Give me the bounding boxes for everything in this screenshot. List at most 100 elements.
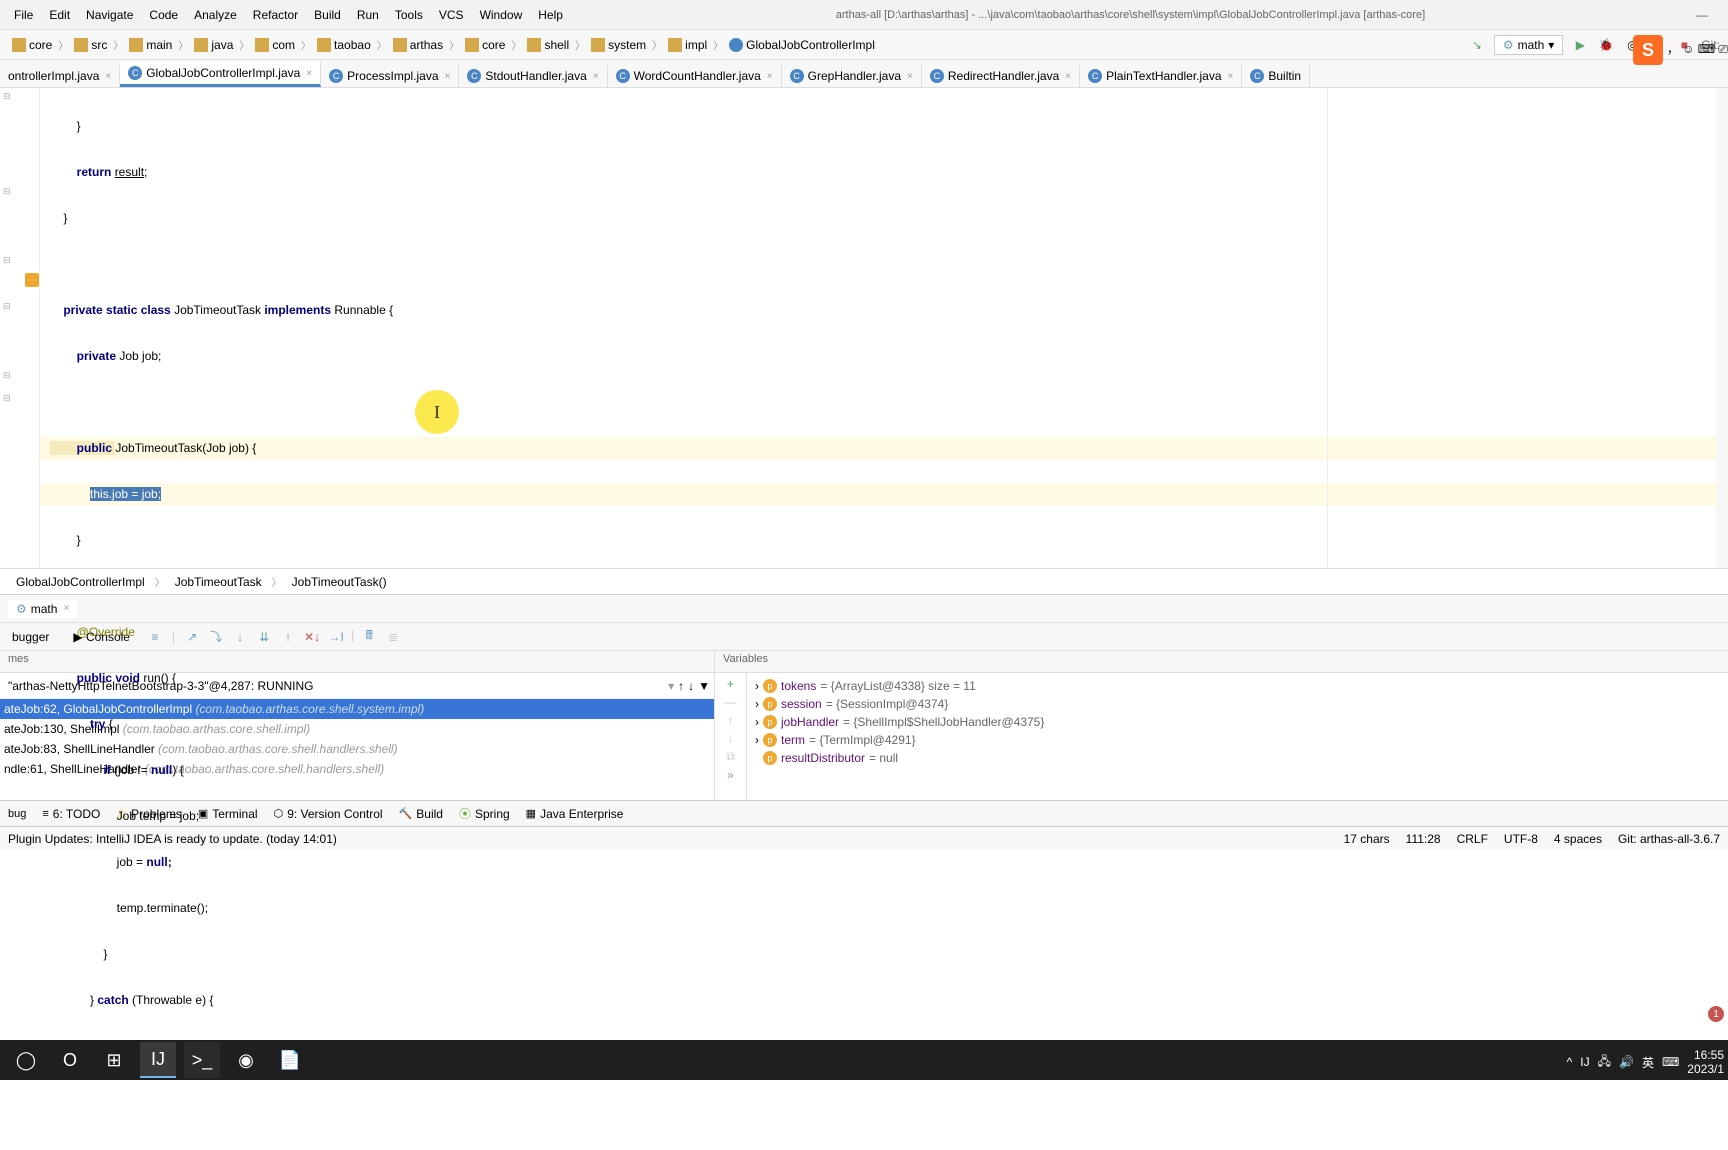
menu-file[interactable]: File	[8, 4, 39, 26]
tab-5[interactable]: CGrepHandler.java×	[782, 65, 922, 87]
menu-run[interactable]: Run	[351, 4, 385, 26]
tray-date[interactable]: 2023/1	[1687, 1062, 1724, 1076]
close-icon[interactable]: ×	[445, 71, 451, 82]
fold-icon[interactable]: ⊟	[3, 393, 11, 404]
terminal-icon[interactable]: >_	[184, 1042, 220, 1078]
fold-icon[interactable]: ⊟	[3, 301, 11, 312]
main-menu: File Edit Navigate Code Analyze Refactor…	[8, 4, 569, 26]
chevron-down-icon: ▾	[1548, 38, 1554, 52]
close-icon[interactable]: ×	[306, 68, 312, 79]
close-icon[interactable]: ×	[105, 71, 111, 82]
minimize-button[interactable]: —	[1692, 8, 1712, 22]
bc-impl[interactable]: impl	[664, 36, 711, 54]
code-line-selected: this.job = job;	[40, 483, 1728, 506]
bc-taobao[interactable]: taobao	[313, 36, 375, 54]
code-area[interactable]: } return result; } private static class …	[40, 88, 1728, 568]
code-line: private static class JobTimeoutTask impl…	[40, 299, 1728, 322]
tab-6[interactable]: CRedirectHandler.java×	[922, 65, 1080, 87]
run-config-selector[interactable]: ⚙ math ▾	[1494, 35, 1563, 55]
class-icon: C	[1088, 69, 1102, 83]
tray-lang[interactable]: 英	[1642, 1054, 1654, 1071]
tray-time[interactable]: 16:55	[1687, 1048, 1724, 1062]
bc-core[interactable]: core	[8, 36, 56, 54]
bc-main[interactable]: main	[125, 36, 176, 54]
task-view-icon[interactable]: ⊞	[96, 1042, 132, 1078]
fold-icon[interactable]: ⊟	[3, 370, 11, 381]
intellij-icon[interactable]: IJ	[140, 1042, 176, 1078]
menu-refactor[interactable]: Refactor	[247, 4, 304, 26]
tray-ij-icon[interactable]: IJ	[1580, 1055, 1589, 1069]
tab-3[interactable]: CStdoutHandler.java×	[459, 65, 607, 87]
menu-build[interactable]: Build	[308, 4, 347, 26]
search-icon[interactable]: O	[52, 1042, 88, 1078]
tab-8[interactable]: CBuiltin	[1242, 65, 1310, 87]
tab-4[interactable]: CWordCountHandler.java×	[608, 65, 782, 87]
debug-button[interactable]: 🐞	[1597, 36, 1615, 54]
error-stripe[interactable]	[1716, 88, 1728, 568]
code-line: public JobTimeoutTask(Job job) {	[40, 437, 1728, 460]
system-tray[interactable]: ^ IJ 🖧 🔊 英 ⌨ 16:55 2023/1	[1567, 1048, 1724, 1076]
menu-navigate[interactable]: Navigate	[80, 4, 139, 26]
bc-core2[interactable]: core	[461, 36, 509, 54]
code-line: }	[40, 529, 1728, 552]
menu-help[interactable]: Help	[532, 4, 569, 26]
folder-icon	[129, 38, 143, 52]
tray-ime-icon[interactable]: ⌨	[1662, 1055, 1679, 1069]
build-icon[interactable]: ↘	[1468, 36, 1486, 54]
fold-icon[interactable]: ⊟	[3, 91, 11, 102]
bc-java[interactable]: java	[190, 36, 237, 54]
run-config-icon: ⚙	[1503, 38, 1514, 52]
tab-1[interactable]: CGlobalJobControllerImpl.java×	[120, 62, 321, 87]
menu-tools[interactable]: Tools	[389, 4, 429, 26]
intention-bulb-icon[interactable]	[25, 273, 39, 287]
folder-icon	[194, 38, 208, 52]
code-line: try {	[40, 713, 1728, 736]
bc-class[interactable]: GlobalJobControllerImpl	[725, 36, 879, 54]
code-line: }	[40, 207, 1728, 230]
class-icon: C	[329, 69, 343, 83]
tab-7[interactable]: CPlainTextHandler.java×	[1080, 65, 1242, 87]
folder-icon	[255, 38, 269, 52]
close-icon[interactable]: ×	[907, 71, 913, 82]
run-button[interactable]: ▶	[1571, 36, 1589, 54]
code-line: } catch (Throwable e) {	[40, 989, 1728, 1012]
close-icon[interactable]: ×	[1228, 71, 1234, 82]
bc-system[interactable]: system	[587, 36, 650, 54]
code-line	[40, 575, 1728, 598]
tab-2[interactable]: CProcessImpl.java×	[321, 65, 459, 87]
editor[interactable]: ⊟ ⊟ ⊟ ⊟ ⊟ ⊟ } return result; } private s…	[0, 88, 1728, 568]
tray-up-icon[interactable]: ^	[1567, 1055, 1573, 1069]
menu-analyze[interactable]: Analyze	[188, 4, 243, 26]
chrome-icon[interactable]: ◉	[228, 1042, 264, 1078]
close-icon[interactable]: ×	[767, 71, 773, 82]
close-icon[interactable]: ×	[1065, 71, 1071, 82]
close-icon[interactable]: ×	[593, 71, 599, 82]
error-badge[interactable]: 1	[1708, 1006, 1724, 1022]
bc-com[interactable]: com	[251, 36, 299, 54]
bc-shell[interactable]: shell	[523, 36, 573, 54]
code-line: temp.terminate();	[40, 897, 1728, 920]
menu-edit[interactable]: Edit	[43, 4, 76, 26]
fold-icon[interactable]: ⊟	[3, 255, 11, 266]
class-icon	[729, 38, 743, 52]
gutter[interactable]: ⊟ ⊟ ⊟ ⊟ ⊟ ⊟	[0, 88, 40, 568]
app-icon[interactable]: 📄	[272, 1042, 308, 1078]
folder-icon	[12, 38, 26, 52]
tray-volume-icon[interactable]: 🔊	[1619, 1055, 1634, 1069]
code-line: Job temp = job;	[40, 805, 1728, 828]
bc-src[interactable]: src	[70, 36, 111, 54]
bc-arthas[interactable]: arthas	[389, 36, 447, 54]
cortana-icon[interactable]: ◯	[8, 1042, 44, 1078]
folder-icon	[74, 38, 88, 52]
menu-code[interactable]: Code	[143, 4, 184, 26]
tray-network-icon[interactable]: 🖧	[1598, 1052, 1611, 1073]
menu-vcs[interactable]: VCS	[433, 4, 470, 26]
menu-window[interactable]: Window	[474, 4, 529, 26]
tool-debug[interactable]: bug	[8, 808, 26, 820]
folder-icon	[668, 38, 682, 52]
fold-icon[interactable]: ⊟	[3, 186, 11, 197]
title-bar: File Edit Navigate Code Analyze Refactor…	[0, 0, 1728, 30]
editor-tabs: ontrollerImpl.java× CGlobalJobController…	[0, 60, 1728, 88]
sogou-ime-icon[interactable]: S	[1633, 35, 1663, 65]
tab-0[interactable]: ontrollerImpl.java×	[0, 65, 120, 87]
